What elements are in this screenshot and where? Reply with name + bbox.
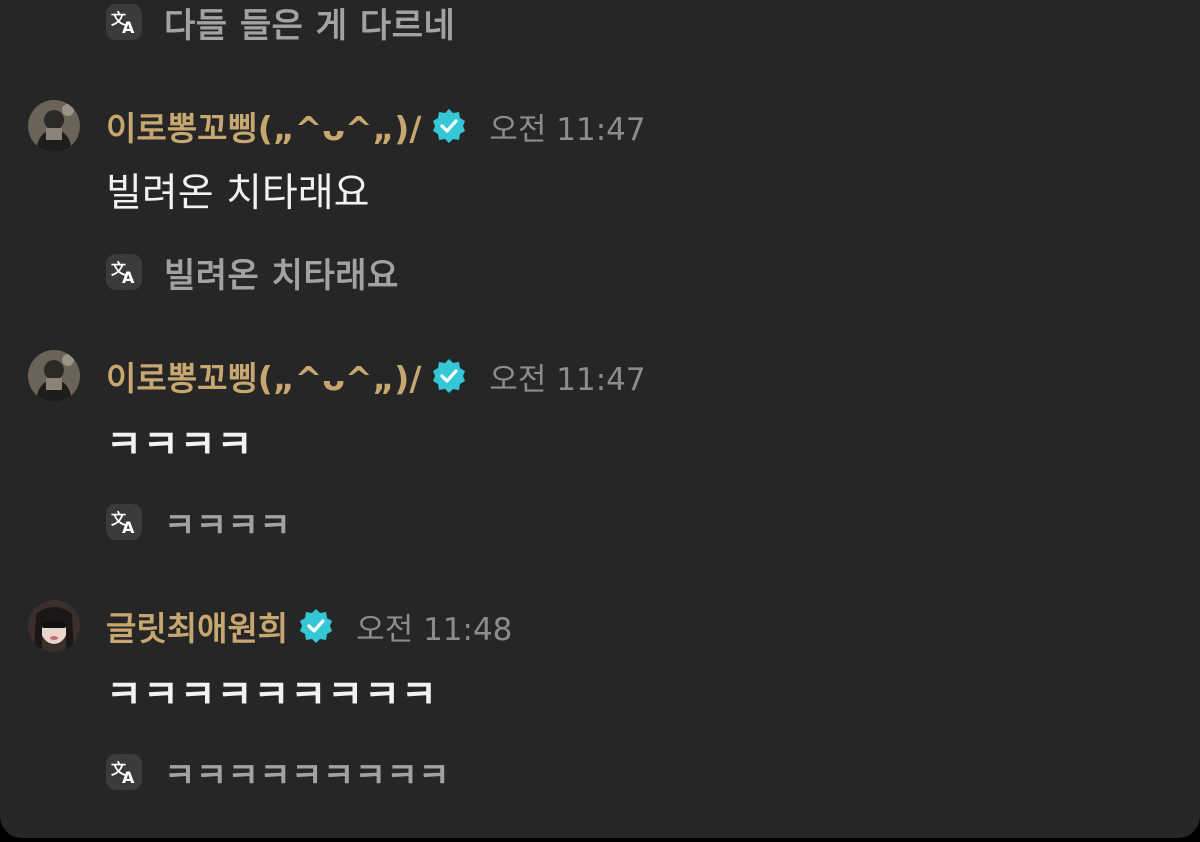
chat-screen: 文 A 다들 들은 게 다르네 이로뽕꼬삥(„^ᴗ^„)/ 오전 11:47 빌…	[0, 0, 1200, 838]
verified-badge-icon	[433, 109, 466, 143]
avatar[interactable]	[28, 600, 80, 652]
timestamp: 오전 11:47	[489, 361, 646, 398]
translation-row[interactable]: 文 A ㅋㅋㅋㅋ	[106, 502, 291, 546]
avatar[interactable]	[28, 100, 80, 152]
translate-icon[interactable]: 文 A	[106, 4, 142, 40]
message-header: 이로뽕꼬삥(„^ᴗ^„)/ 오전 11:47	[28, 98, 646, 154]
translation-row[interactable]: 文 A 다들 들은 게 다르네	[106, 2, 455, 46]
message-text: 빌려온 치타래요	[106, 171, 370, 216]
svg-text:A: A	[122, 18, 135, 35]
verified-badge-icon	[300, 609, 333, 643]
verified-badge-icon	[433, 359, 466, 393]
translate-icon[interactable]: 文 A	[106, 254, 142, 290]
translation-text: ㅋㅋㅋㅋ	[164, 505, 292, 546]
timestamp: 오전 11:48	[356, 611, 513, 648]
translate-icon[interactable]: 文 A	[106, 504, 142, 540]
username[interactable]: 글릿최애원희	[106, 602, 288, 650]
translation-row[interactable]: 文 A ㅋㅋㅋㅋㅋㅋㅋㅋㅋ	[106, 752, 450, 796]
message-text: ㅋㅋㅋㅋㅋㅋㅋㅋㅋ	[106, 673, 438, 718]
translation-row[interactable]: 文 A 빌려온 치타래요	[106, 252, 399, 296]
message-text: ㅋㅋㅋㅋ	[106, 423, 254, 468]
translation-text: ㅋㅋㅋㅋㅋㅋㅋㅋㅋ	[164, 755, 451, 796]
svg-text:A: A	[122, 768, 135, 785]
svg-text:A: A	[122, 268, 135, 285]
username[interactable]: 이로뽕꼬삥(„^ᴗ^„)/	[106, 102, 421, 150]
translation-text: 빌려온 치타래요	[164, 255, 399, 296]
message-header: 글릿최애원희 오전 11:48	[28, 598, 512, 654]
username[interactable]: 이로뽕꼬삥(„^ᴗ^„)/	[106, 352, 421, 400]
message-header: 이로뽕꼬삥(„^ᴗ^„)/ 오전 11:47	[28, 348, 646, 404]
translation-text: 다들 들은 게 다르네	[164, 5, 456, 46]
translate-icon[interactable]: 文 A	[106, 754, 142, 790]
svg-text:A: A	[122, 518, 135, 535]
avatar[interactable]	[28, 350, 80, 402]
timestamp: 오전 11:47	[489, 111, 646, 148]
